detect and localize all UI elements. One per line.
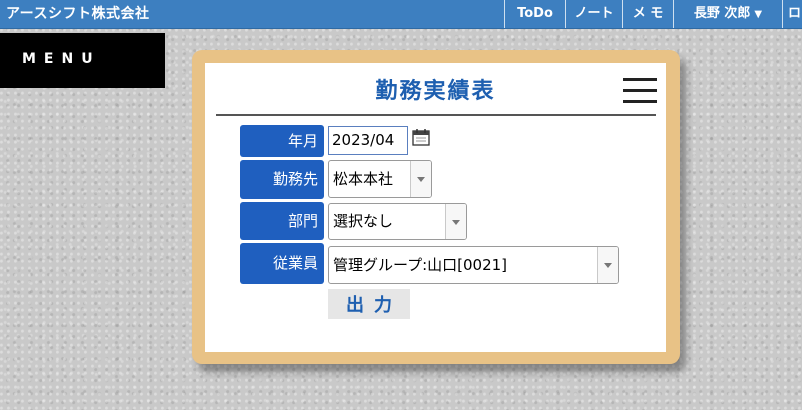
title-divider: [216, 114, 656, 116]
workplace-select[interactable]: 松本本社: [328, 160, 432, 198]
hamburger-icon[interactable]: [623, 76, 657, 104]
output-button[interactable]: 出力: [328, 289, 410, 319]
department-value: 選択なし: [333, 212, 394, 230]
top-navigation-bar: アースシフト株式会社 ToDo ノート メ モ 長野 次郎 ▼ ロ: [0, 0, 802, 29]
page-title: 勤務実績表: [375, 79, 496, 104]
hamburger-line: [623, 78, 657, 81]
calendar-icon[interactable]: [412, 128, 430, 146]
employee-label: 従業員: [240, 243, 324, 284]
employee-select[interactable]: 管理グループ:山口[0021]: [328, 246, 619, 284]
nav-user-menu[interactable]: 長野 次郎 ▼: [673, 0, 782, 28]
chevron-down-icon: ▼: [754, 9, 763, 20]
nav-memo[interactable]: メ モ: [622, 0, 673, 28]
department-label: 部門: [240, 202, 324, 240]
department-select[interactable]: 選択なし: [328, 203, 467, 240]
year-month-input[interactable]: 2023/04: [328, 126, 408, 155]
workplace-value: 松本本社: [333, 170, 394, 188]
hamburger-line: [623, 89, 657, 92]
nav-note[interactable]: ノート: [565, 0, 622, 28]
year-month-label: 年月: [240, 125, 324, 157]
nav-extra[interactable]: ロ: [782, 0, 802, 28]
menu-button[interactable]: MENU: [0, 33, 165, 88]
report-panel-frame: 勤務実績表 年月 2023/04 勤務先 松本本社 部門 選択なし 従業員 管理…: [192, 50, 680, 364]
hamburger-line: [623, 100, 657, 103]
chevron-down-icon: [410, 161, 431, 197]
user-name: 長野 次郎: [693, 6, 751, 21]
nav-todo[interactable]: ToDo: [504, 0, 565, 28]
workplace-label: 勤務先: [240, 160, 324, 199]
report-panel: 勤務実績表 年月 2023/04 勤務先 松本本社 部門 選択なし 従業員 管理…: [205, 63, 666, 352]
chevron-down-icon: [597, 247, 618, 283]
employee-value: 管理グループ:山口[0021]: [333, 256, 508, 274]
company-name: アースシフト株式会社: [6, 6, 150, 22]
menu-label: MENU: [22, 51, 101, 67]
chevron-down-icon: [445, 204, 466, 239]
